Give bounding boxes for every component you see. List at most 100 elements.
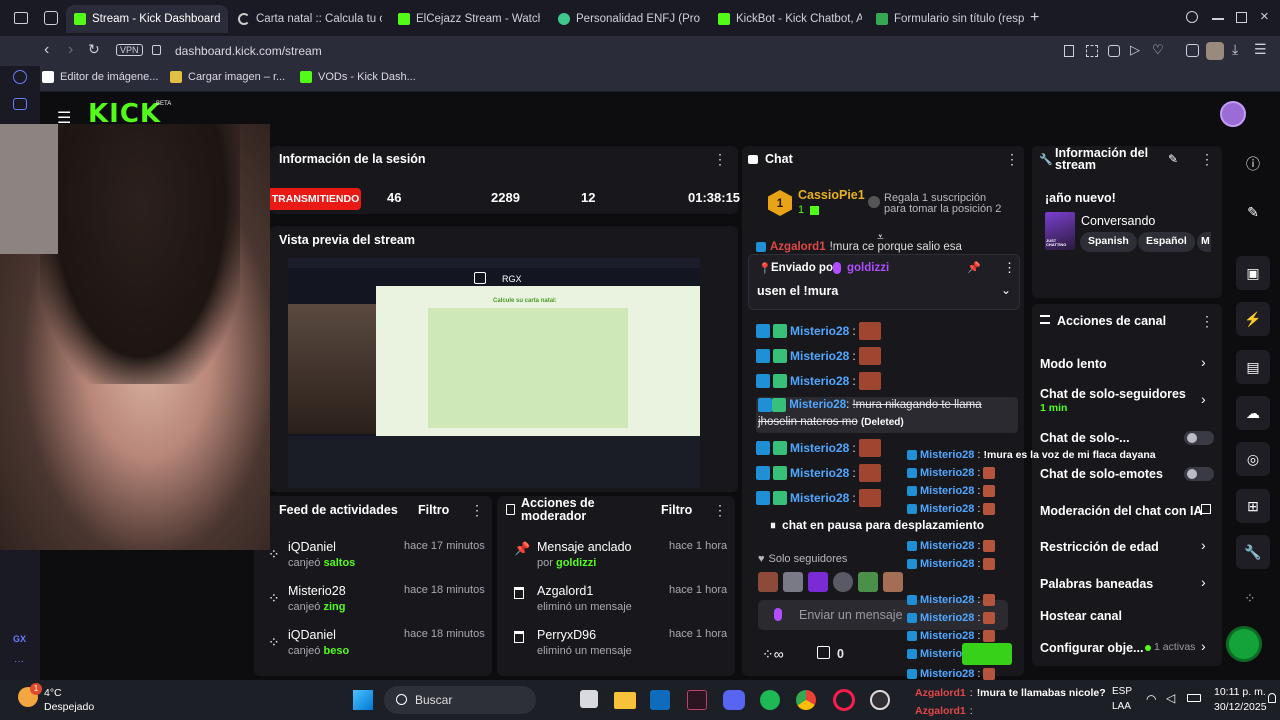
action-solo-emotes[interactable]: Chat de solo-emotes [1040, 467, 1163, 481]
mod-action-row[interactable]: 📌 Mensaje anclado por goldizzi hace 1 ho… [512, 540, 728, 574]
menu-icon[interactable]: ☰ [1254, 41, 1267, 58]
tab-elcejazz[interactable]: ElCejazz Stream - Watch L [390, 5, 540, 33]
profile-avatar[interactable] [1206, 42, 1224, 60]
action-restriccion-edad[interactable]: Restricción de edad [1040, 540, 1159, 554]
webcam-icon[interactable]: ▣ [1236, 256, 1270, 290]
microphone-icon[interactable] [774, 608, 782, 621]
pinned-kebab-icon[interactable]: ⋮ [1003, 260, 1016, 276]
chevron-right-icon[interactable]: › [1201, 354, 1206, 370]
solo-emotes-toggle[interactable] [1184, 467, 1214, 481]
tab-overview-icon[interactable] [44, 11, 58, 25]
info-icon[interactable]: ⓘ [1236, 147, 1270, 181]
activity-row[interactable]: ⁘ Misterio28 canjeó zing hace 18 minutos [268, 584, 485, 618]
spotify-icon[interactable] [760, 690, 780, 710]
layout-icon[interactable]: ⊞ [1236, 489, 1270, 523]
action-moderacion-ia[interactable]: Moderación del chat con IA [1040, 504, 1203, 518]
chat-message-deleted[interactable]: Misterio28: !mura nikagando te llama jho… [756, 397, 1018, 433]
action-solo-seguidores[interactable]: Chat de solo-seguidores [1040, 387, 1186, 401]
lightning-icon[interactable]: ⚡ [1236, 302, 1270, 336]
chevron-down-icon[interactable]: ⌄ [1001, 283, 1011, 297]
more-icon[interactable]: ··· [14, 656, 24, 667]
chat-message[interactable]: Misterio28: [756, 322, 881, 340]
task-view-icon[interactable] [580, 690, 598, 708]
pinned-message[interactable]: 📍 Enviado por goldizzi 📌 ⋮ usen el !mura… [748, 254, 1020, 310]
mod-filter-button[interactable]: Filtro [661, 503, 692, 517]
tab-personalidad[interactable]: Personalidad ENFJ (Protag [550, 5, 700, 33]
stream-info-kebab-icon[interactable]: ⋮ [1200, 152, 1214, 166]
history-icon[interactable] [13, 70, 27, 84]
chat-message[interactable]: Misterio28: [756, 464, 881, 482]
action-solo-subs[interactable]: Chat de solo-... [1040, 431, 1130, 445]
action-hostear-canal[interactable]: Hostear canal [1040, 609, 1122, 623]
green-floating-icon[interactable] [1226, 626, 1262, 662]
battery-icon[interactable] [1187, 694, 1201, 702]
volume-icon[interactable]: ◁ [1166, 691, 1175, 705]
chat-message[interactable]: Misterio28: [756, 489, 881, 507]
gift-leaderboard[interactable]: 1 CassioPie1 1 Regala 1 suscripción para… [768, 188, 1018, 222]
download-icon[interactable]: ⤓ [1232, 41, 1238, 58]
emote-bar[interactable] [758, 572, 903, 592]
chat-message[interactable]: Misterio28: [756, 439, 881, 457]
discord-icon[interactable] [723, 690, 745, 710]
chat-kebab-icon[interactable]: ⋮ [1005, 152, 1019, 166]
pin-page-icon[interactable] [1064, 45, 1074, 57]
stream-preview-video[interactable]: Calcule su carta natal: RGX [288, 258, 700, 488]
obs-icon[interactable] [870, 690, 890, 710]
chevron-right-icon[interactable]: › [1201, 638, 1206, 654]
mod-action-row[interactable]: PerryxD96 eliminó un mensaje hace 1 hora [512, 628, 728, 662]
apps-icon[interactable] [13, 98, 27, 110]
chat-icon[interactable]: ☁ [1236, 396, 1270, 430]
search-tabs-icon[interactable] [1186, 11, 1198, 23]
chat-message[interactable]: Misterio28: [756, 347, 881, 365]
channel-actions-kebab-icon[interactable]: ⋮ [1200, 314, 1214, 328]
clock-time[interactable]: 10:11 p. m. [1214, 686, 1266, 698]
notes-icon[interactable]: ▤ [1236, 350, 1270, 384]
tag-chip[interactable]: Spanish [1080, 232, 1137, 252]
user-avatar[interactable] [1220, 101, 1246, 127]
tag-chip[interactable]: Español [1138, 232, 1195, 252]
activity-row[interactable]: ⁘ iQDaniel canjeó beso hace 18 minutos [268, 628, 485, 662]
player-icon[interactable]: ▷ [1130, 42, 1140, 58]
external-link-icon[interactable] [1201, 504, 1211, 514]
url-field[interactable]: dashboard.kick.com/stream [175, 44, 322, 58]
activity-kebab-icon[interactable]: ⋮ [470, 503, 484, 517]
reload-icon[interactable]: ↻ [88, 41, 100, 58]
session-kebab-icon[interactable]: ⋮ [713, 152, 727, 166]
taskbar-search[interactable]: Buscar [384, 686, 536, 714]
action-palabras-baneadas[interactable]: Palabras baneadas [1040, 577, 1153, 591]
tab-formulario[interactable]: Formulario sin título (respu [868, 5, 1024, 33]
new-tab-plus-icon[interactable]: + [1030, 9, 1039, 27]
solo-subs-toggle[interactable] [1184, 431, 1214, 445]
sidebar-toggle-icon[interactable] [14, 12, 28, 24]
screenshot-icon[interactable] [1086, 45, 1098, 57]
minimize-window-icon[interactable] [1212, 18, 1224, 20]
maximize-window-icon[interactable] [1236, 12, 1247, 23]
bookmark-editor[interactable]: Editor de imágene... [42, 71, 158, 83]
chevron-right-icon[interactable]: › [1201, 391, 1206, 407]
chevron-right-icon[interactable]: › [1201, 574, 1206, 590]
tools-icon[interactable]: 🔧 [1236, 535, 1270, 569]
action-configurar-objetivos[interactable]: Configurar obje... [1040, 641, 1143, 655]
clock-date[interactable]: 30/12/2025 [1214, 701, 1267, 713]
mod-action-row[interactable]: Azgalord1 eliminó un mensaje hace 1 hora [512, 584, 728, 618]
lang-2[interactable]: LAA [1112, 701, 1131, 712]
chevron-right-icon[interactable]: › [1201, 537, 1206, 553]
gx-label[interactable]: GX [13, 634, 26, 644]
opera-gx-icon[interactable] [833, 689, 855, 711]
category-name[interactable]: Conversando [1081, 214, 1155, 228]
kick-app-icon[interactable] [687, 690, 707, 710]
tag-chip[interactable]: M [1197, 232, 1211, 252]
adblock-icon[interactable] [1108, 45, 1120, 57]
notification-bell-icon[interactable] [1268, 693, 1276, 703]
points-store-icon[interactable] [817, 646, 830, 659]
bookmark-cargar-imagen[interactable]: Cargar imagen – r... [170, 71, 285, 83]
activity-filter-button[interactable]: Filtro [418, 503, 449, 517]
chrome-icon[interactable] [796, 690, 816, 710]
lang-1[interactable]: ESP [1112, 686, 1132, 697]
tab-kick-dashboard[interactable]: Stream - Kick Dashboard [66, 5, 228, 33]
mod-kebab-icon[interactable]: ⋮ [713, 503, 727, 517]
file-explorer-icon[interactable] [614, 692, 636, 709]
unpin-icon[interactable]: 📌 [967, 261, 981, 274]
back-icon[interactable]: ‹ [44, 41, 49, 59]
wifi-icon[interactable]: ◠ [1146, 692, 1156, 706]
